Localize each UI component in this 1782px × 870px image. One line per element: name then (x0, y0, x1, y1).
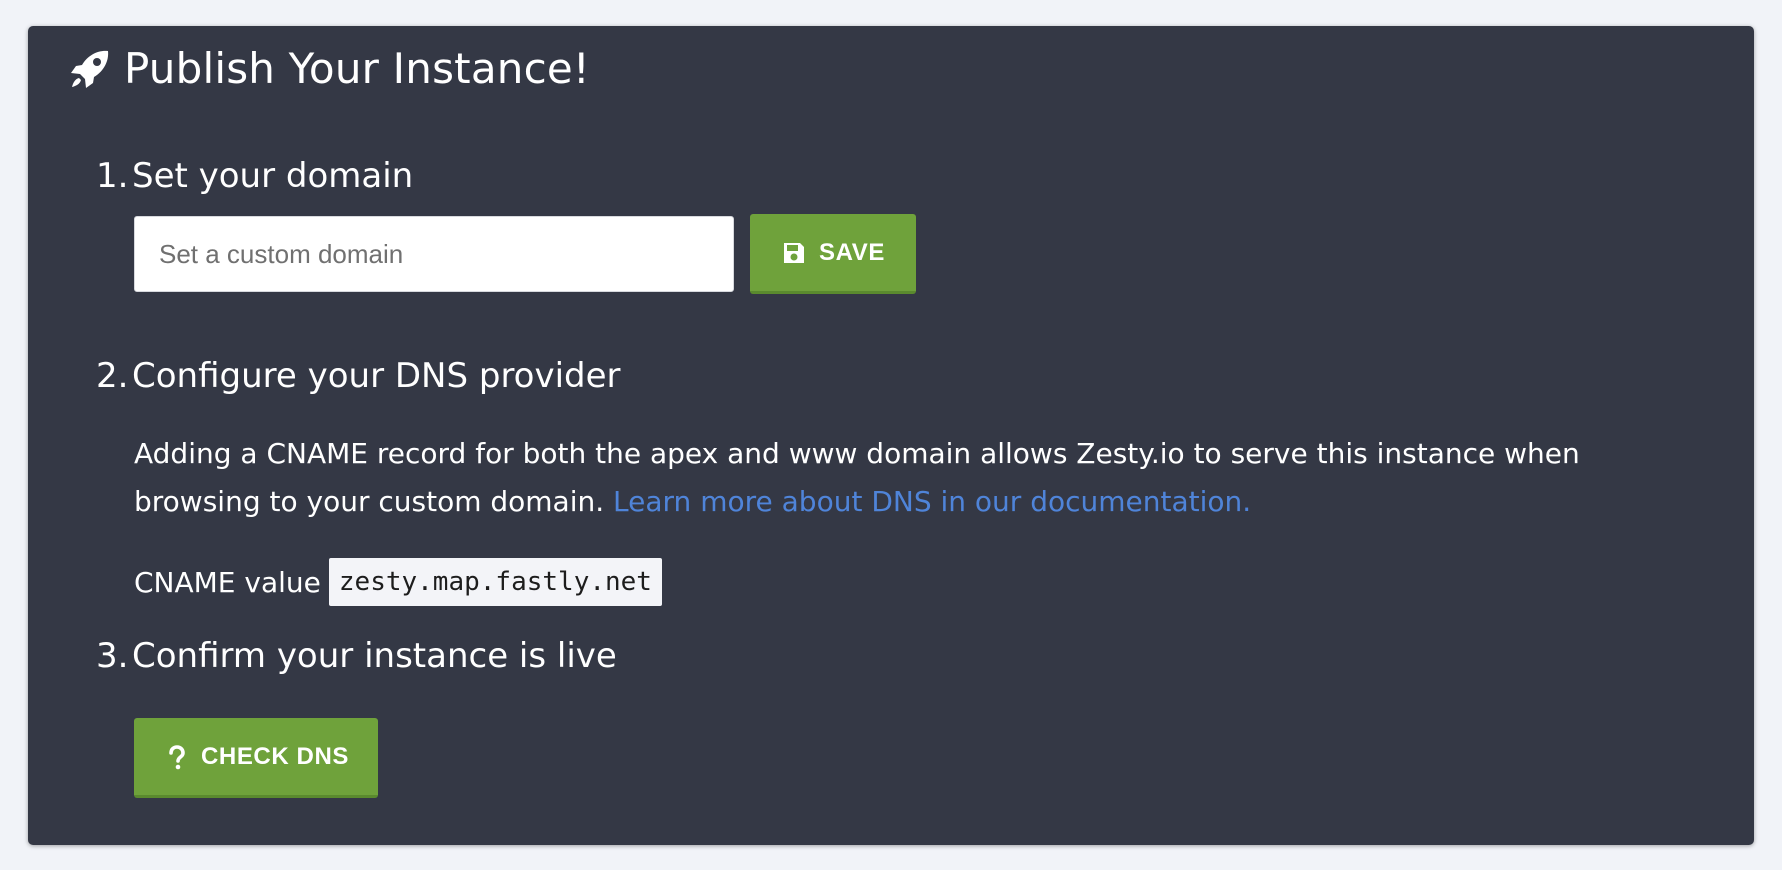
check-dns-row: CHECK DNS (134, 718, 378, 798)
step-number: 1. (96, 156, 129, 196)
step-title: 2. Configure your DNS provider (96, 356, 621, 396)
card-title: Publish Your Instance! (124, 44, 590, 93)
check-dns-button[interactable]: CHECK DNS (134, 718, 378, 798)
domain-form: SAVE (134, 214, 916, 294)
step-confirm-live: 3. Confirm your instance is live (96, 636, 617, 676)
step-set-domain: 1. Set your domain (96, 156, 413, 196)
step-number: 2. (96, 356, 129, 396)
save-button-label: SAVE (819, 238, 885, 266)
step-heading: Set your domain (132, 156, 414, 196)
card-header: Publish Your Instance! (68, 44, 590, 93)
save-button[interactable]: SAVE (750, 214, 916, 294)
step-configure-dns: 2. Configure your DNS provider (96, 356, 621, 396)
dns-documentation-link[interactable]: Learn more about DNS in our documentatio… (613, 485, 1251, 518)
rocket-icon (68, 47, 112, 91)
step-number: 3. (96, 636, 129, 676)
cname-value: zesty.map.fastly.net (328, 558, 662, 606)
check-dns-button-label: CHECK DNS (200, 742, 350, 770)
step-title: 3. Confirm your instance is live (96, 636, 617, 676)
cname-label: CNAME value (134, 565, 321, 599)
question-mark-icon (163, 744, 189, 770)
step-heading: Configure your DNS provider (132, 356, 621, 396)
floppy-disk-icon (781, 240, 807, 266)
custom-domain-input[interactable] (134, 216, 734, 292)
publish-instance-card: Publish Your Instance! 1. Set your domain… (28, 26, 1754, 845)
cname-row: CNAME value zesty.map.fastly.net (134, 558, 662, 606)
dns-description: Adding a CNAME record for both the apex … (134, 430, 1694, 526)
step-title: 1. Set your domain (96, 156, 413, 196)
step-heading: Confirm your instance is live (132, 636, 617, 676)
